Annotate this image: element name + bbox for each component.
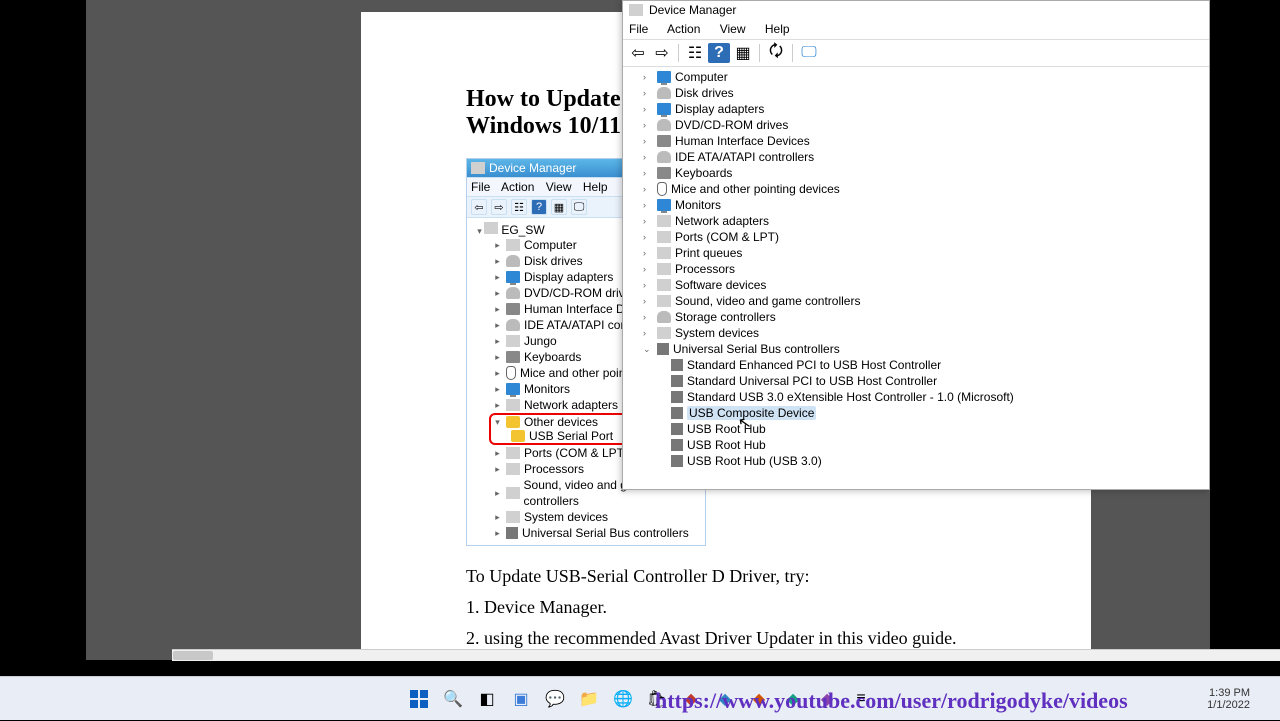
tree-item-ide[interactable]: ›IDE ATA/ATAPI controllers: [623, 149, 1209, 165]
menu-view: View: [546, 180, 572, 194]
system-tray[interactable]: 1:39 PM 1/1/2022: [1207, 687, 1250, 711]
monitor-button[interactable]: 🖵: [798, 43, 820, 63]
forward-icon: ⇨: [491, 199, 507, 215]
tree-item-keyboards[interactable]: ›Keyboards: [623, 165, 1209, 181]
tree-item-printq[interactable]: ›Print queues: [623, 245, 1209, 261]
usb-child-6[interactable]: USB Root Hub (USB 3.0): [623, 453, 1209, 469]
cat-processors: Processors: [524, 461, 584, 477]
cat-computer: Computer: [524, 237, 577, 253]
cat-display: Display adapters: [524, 269, 613, 285]
dm-toolbar: ⇦ ⇨ ☷ ? ▦ 🗘 🖵: [623, 39, 1209, 67]
help-button[interactable]: ?: [708, 43, 730, 63]
usb-child-0[interactable]: Standard Enhanced PCI to USB Host Contro…: [623, 357, 1209, 373]
tree-item-ports[interactable]: ›Ports (COM & LPT): [623, 229, 1209, 245]
tree-item-usb[interactable]: ⌄Universal Serial Bus controllers: [623, 341, 1209, 357]
url-overlay: https://www.youtube.com/user/rodrigodyke…: [655, 688, 1128, 714]
device-manager-icon: [471, 162, 485, 174]
start-button[interactable]: [405, 685, 433, 713]
tree-item-network[interactable]: ›Network adapters: [623, 213, 1209, 229]
cat-dvd: DVD/CD-ROM drives: [524, 285, 637, 301]
search-button[interactable]: 🔍: [439, 685, 467, 713]
cat-disk: Disk drives: [524, 253, 583, 269]
tray-date: 1/1/2022: [1207, 699, 1250, 711]
tree-item-sound[interactable]: ›Sound, video and game controllers: [623, 293, 1209, 309]
help-icon: ?: [531, 199, 547, 215]
cat-network: Network adapters: [524, 397, 618, 413]
tree-item-computer[interactable]: ›Computer: [623, 69, 1209, 85]
dm-menubar: File Action View Help: [623, 19, 1209, 39]
menu-help[interactable]: Help: [765, 22, 790, 36]
props-icon: ☷: [511, 199, 527, 215]
usb-child-3-selected[interactable]: USB Composite Device: [623, 405, 1209, 421]
toolbar-separator: [759, 44, 760, 62]
tree-root: EG_SW: [501, 223, 544, 237]
usb-child-1[interactable]: Standard Universal PCI to USB Host Contr…: [623, 373, 1209, 389]
toolbar-separator: [792, 44, 793, 62]
scan-icon: ▦: [551, 199, 567, 215]
doc-para1: To Update USB-Serial Controller D Driver…: [466, 566, 1061, 587]
forward-button[interactable]: ⇨: [651, 43, 673, 63]
menu-file: File: [471, 180, 490, 194]
cat-other: Other devices: [524, 415, 598, 429]
tree-item-mice[interactable]: ›Mice and other pointing devices: [623, 181, 1209, 197]
menu-help: Help: [583, 180, 608, 194]
menu-file[interactable]: File: [629, 22, 648, 36]
properties-button[interactable]: ☷: [684, 43, 706, 63]
cat-usb: Universal Serial Bus controllers: [522, 525, 689, 541]
tree-item-system[interactable]: ›System devices: [623, 325, 1209, 341]
view-button[interactable]: ▦: [732, 43, 754, 63]
horizontal-scrollbar[interactable]: [172, 649, 1280, 661]
dm-title: Device Manager: [649, 3, 736, 17]
cat-system: System devices: [524, 509, 608, 525]
usb-child-4[interactable]: USB Root Hub: [623, 421, 1209, 437]
tree-item-software[interactable]: ›Software devices: [623, 277, 1209, 293]
scan-button[interactable]: 🗘: [765, 43, 787, 63]
tray-time: 1:39 PM: [1207, 687, 1250, 699]
taskview-button[interactable]: ◧: [473, 685, 501, 713]
toolbar-separator: [678, 44, 679, 62]
cat-jungo: Jungo: [524, 333, 557, 349]
menu-action: Action: [501, 180, 534, 194]
cat-ports: Ports (COM & LPT): [524, 445, 628, 461]
menu-action[interactable]: Action: [667, 22, 700, 36]
usb-child-5[interactable]: USB Root Hub: [623, 437, 1209, 453]
cat-keyboards: Keyboards: [524, 349, 581, 365]
widgets-button[interactable]: ▣: [507, 685, 535, 713]
tree-item-hid[interactable]: ›Human Interface Devices: [623, 133, 1209, 149]
back-button[interactable]: ⇦: [627, 43, 649, 63]
tree-item-display[interactable]: ›Display adapters: [623, 101, 1209, 117]
usb-serial-port: USB Serial Port: [529, 429, 613, 443]
tree-item-processors[interactable]: ›Processors: [623, 261, 1209, 277]
device-manager-icon: [629, 4, 643, 16]
doc-step2: 2. using the recommended Avast Driver Up…: [466, 628, 1061, 649]
monitor-icon: 🖵: [571, 199, 587, 215]
dm-shot-title: Device Manager: [489, 161, 576, 175]
scrollbar-thumb[interactable]: [173, 651, 213, 660]
dm-titlebar[interactable]: Device Manager: [623, 1, 1209, 19]
back-icon: ⇦: [471, 199, 487, 215]
menu-view[interactable]: View: [720, 22, 746, 36]
tree-item-storage[interactable]: ›Storage controllers: [623, 309, 1209, 325]
usb-child-2[interactable]: Standard USB 3.0 eXtensible Host Control…: [623, 389, 1209, 405]
device-manager-window: Device Manager File Action View Help ⇦ ⇨…: [622, 0, 1210, 490]
doc-step1: 1. Device Manager.: [466, 597, 1061, 618]
cat-monitors: Monitors: [524, 381, 570, 397]
tree-item-disk[interactable]: ›Disk drives: [623, 85, 1209, 101]
chat-button[interactable]: 💬: [541, 685, 569, 713]
explorer-button[interactable]: 📁: [575, 685, 603, 713]
dm-tree: ›Computer ›Disk drives ›Display adapters…: [623, 67, 1209, 487]
tree-item-dvd[interactable]: ›DVD/CD-ROM drives: [623, 117, 1209, 133]
edge-button[interactable]: 🌐: [609, 685, 637, 713]
tree-item-monitors[interactable]: ›Monitors: [623, 197, 1209, 213]
